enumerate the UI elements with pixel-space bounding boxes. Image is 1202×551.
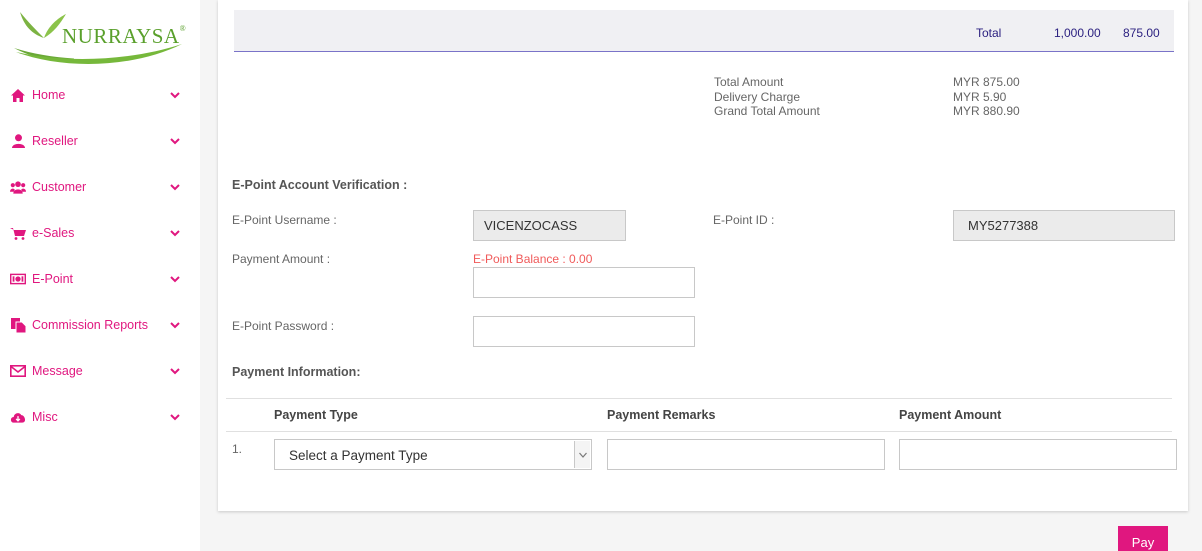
chevron-down-icon	[578, 452, 587, 458]
chevron-down-icon	[170, 138, 180, 145]
brand-logo[interactable]: NURRAYSA®	[14, 8, 187, 68]
epoint-password-field[interactable]	[473, 316, 695, 347]
epoint-id-field[interactable]	[953, 210, 1175, 241]
sidebar-item-customer[interactable]: Customer	[0, 164, 200, 210]
epoint-id-label: E-Point ID :	[713, 213, 775, 227]
summary-values: MYR 875.00 MYR 5.90 MYR 880.90	[953, 75, 1020, 119]
total-amount-label: Total Amount	[714, 75, 784, 89]
sidebar-item-label: e-Sales	[32, 226, 75, 240]
chevron-down-icon	[170, 276, 180, 283]
copy-icon	[10, 317, 26, 333]
sidebar-item-message[interactable]: Message	[0, 348, 200, 394]
payment-type-selected-value: Select a Payment Type	[289, 448, 428, 463]
sidebar-item-label: Reseller	[32, 134, 78, 148]
cloud-download-icon	[10, 409, 26, 425]
column-header-payment-remarks: Payment Remarks	[607, 408, 716, 422]
verification-title: E-Point Account Verification :	[232, 178, 408, 192]
delivery-charge-label: Delivery Charge	[714, 89, 801, 104]
sidebar-item-label: Commission Reports	[32, 318, 149, 332]
home-icon	[10, 87, 26, 103]
order-total-row: Total 1,000.00 875.00	[234, 10, 1174, 52]
grand-total-label: Grand Total Amount	[714, 104, 820, 118]
order-payment-panel: Total 1,000.00 875.00 Total Amount Deliv…	[218, 0, 1188, 511]
select-arrow-button[interactable]	[574, 441, 590, 468]
table-divider	[226, 431, 1172, 432]
table-divider	[226, 398, 1172, 399]
sidebar-item-label: Customer	[32, 180, 87, 194]
sidebar-item-label: Message	[32, 364, 83, 378]
epoint-password-label: E-Point Password :	[232, 319, 335, 333]
logo-text: NURRAYSA®	[62, 24, 187, 48]
total-discounted-value: 875.00	[1123, 26, 1160, 40]
sidebar-item-label: Misc	[32, 410, 58, 424]
chevron-down-icon	[170, 414, 180, 421]
epoint-username-field[interactable]	[473, 210, 626, 241]
users-icon	[10, 179, 26, 195]
chevron-down-icon	[170, 184, 180, 191]
sidebar: NURRAYSA® Home Reseller Customer e-Sales…	[0, 0, 200, 551]
payment-type-select[interactable]: Select a Payment Type	[274, 439, 592, 470]
pay-button[interactable]: Pay	[1118, 526, 1168, 551]
total-original-value: 1,000.00	[1054, 26, 1101, 40]
column-header-payment-type: Payment Type	[274, 408, 358, 422]
total-label: Total	[976, 26, 1002, 40]
epoint-username-label: E-Point Username :	[232, 213, 337, 227]
cart-icon	[10, 225, 26, 241]
user-icon	[10, 133, 26, 149]
sidebar-item-label: E-Point	[32, 272, 73, 286]
delivery-charge-value: MYR 5.90	[953, 89, 1007, 104]
chevron-down-icon	[170, 230, 180, 237]
chevron-down-icon	[170, 322, 180, 329]
sidebar-item-e-sales[interactable]: e-Sales	[0, 210, 200, 256]
sidebar-item-e-point[interactable]: E-Point	[0, 256, 200, 302]
column-header-payment-amount: Payment Amount	[899, 408, 1002, 422]
summary-labels: Total Amount Delivery Charge Grand Total…	[714, 75, 820, 119]
row-number: 1.	[232, 442, 243, 456]
sidebar-nav: Home Reseller Customer e-Sales E-Point C…	[0, 72, 200, 440]
envelope-icon	[10, 363, 26, 379]
sidebar-item-label: Home	[32, 88, 66, 102]
sidebar-item-reseller[interactable]: Reseller	[0, 118, 200, 164]
payment-amount-row-field[interactable]	[899, 439, 1177, 470]
payment-amount-label: Payment Amount :	[232, 252, 331, 266]
chevron-down-icon	[170, 368, 180, 375]
payment-remarks-field[interactable]	[607, 439, 885, 470]
sidebar-item-home[interactable]: Home	[0, 72, 200, 118]
money-icon	[10, 271, 26, 287]
payment-amount-field[interactable]	[473, 267, 695, 298]
sidebar-item-misc[interactable]: Misc	[0, 394, 200, 440]
payment-info-title: Payment Information:	[232, 365, 361, 379]
total-amount-value: MYR 875.00	[953, 75, 1020, 89]
chevron-down-icon	[170, 92, 180, 99]
epoint-balance-text: E-Point Balance : 0.00	[473, 252, 593, 266]
grand-total-value: MYR 880.90	[953, 104, 1020, 118]
sidebar-item-commission-reports[interactable]: Commission Reports	[0, 302, 200, 348]
